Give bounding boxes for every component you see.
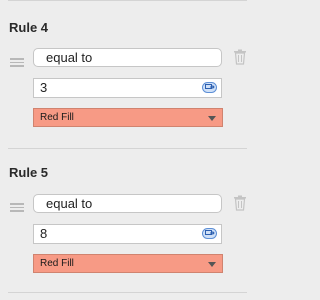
- cell-reference-icon[interactable]: [202, 82, 217, 93]
- trash-icon[interactable]: [233, 49, 247, 65]
- divider: [8, 292, 247, 293]
- format-label: Red Fill: [40, 258, 74, 269]
- value-field[interactable]: 3: [33, 78, 222, 98]
- format-label: Red Fill: [40, 112, 74, 123]
- format-select[interactable]: Red Fill: [33, 254, 223, 273]
- value-text: 3: [40, 80, 48, 95]
- drag-handle-icon[interactable]: [10, 58, 24, 67]
- rule-title: Rule 5: [9, 165, 49, 180]
- cell-reference-icon[interactable]: [202, 228, 217, 239]
- condition-select[interactable]: equal to: [33, 48, 222, 67]
- rule-title: Rule 4: [9, 20, 49, 35]
- drag-handle-icon[interactable]: [10, 203, 24, 212]
- chevron-down-icon: [208, 262, 216, 267]
- condition-select[interactable]: equal to: [33, 194, 222, 213]
- value-field[interactable]: 8: [33, 224, 222, 244]
- conditional-rules-panel: Rule 4 equal to 3 Red Fill Rule 5 equal …: [0, 0, 261, 300]
- trash-icon[interactable]: [233, 195, 247, 211]
- divider: [8, 148, 247, 149]
- divider: [8, 0, 247, 1]
- format-select[interactable]: Red Fill: [33, 108, 223, 127]
- value-text: 8: [40, 226, 48, 241]
- chevron-down-icon: [208, 116, 216, 121]
